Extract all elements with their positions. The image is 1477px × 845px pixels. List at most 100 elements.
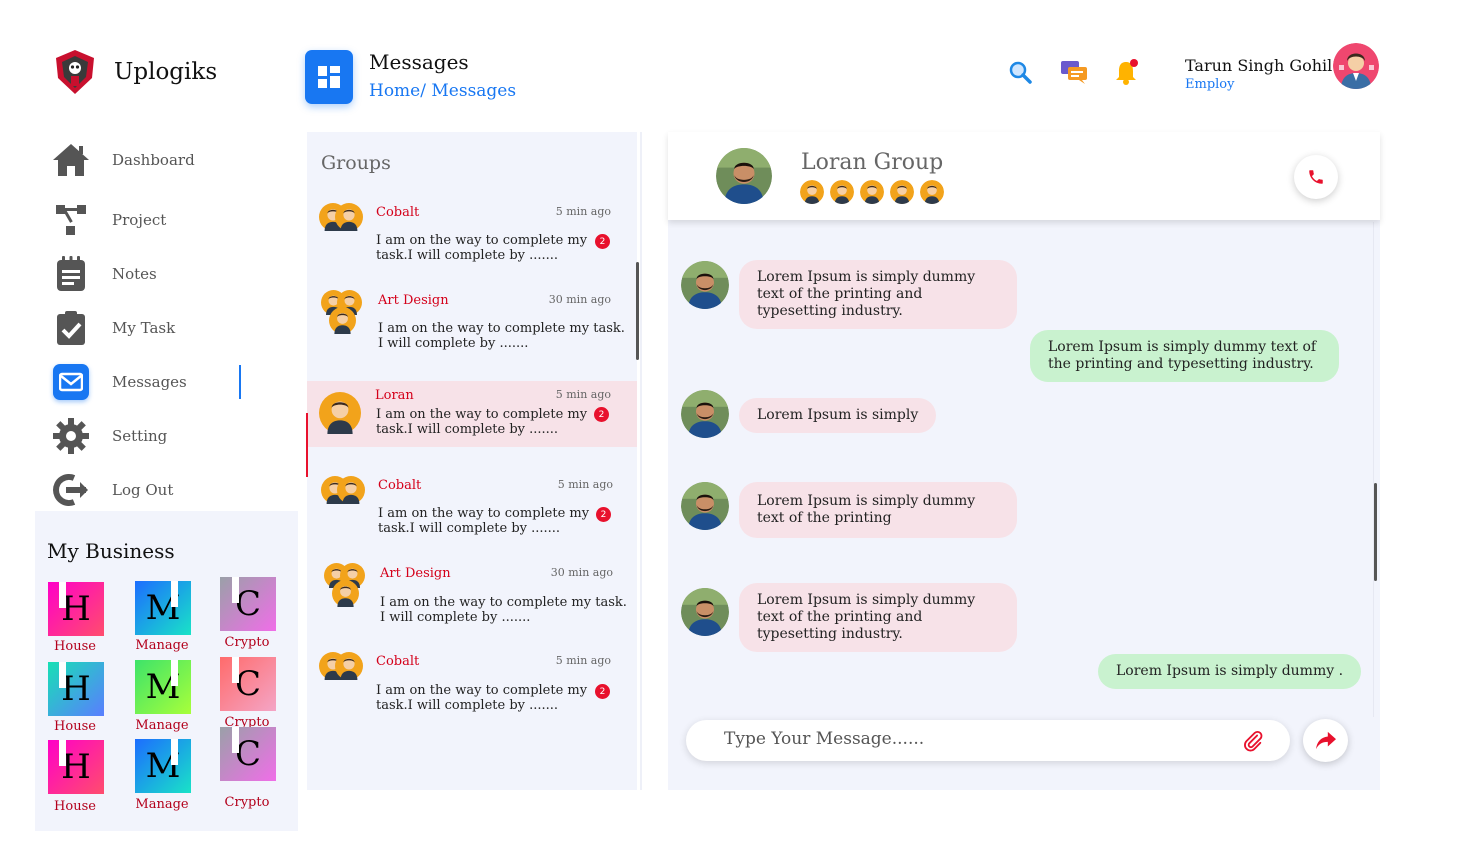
message-input[interactable] [724,729,1224,749]
list-item[interactable]: Art Design 30 min ago I am on the way to… [307,559,637,625]
avatar[interactable] [681,390,729,438]
groups-scrollbar[interactable] [636,262,639,360]
group-message-line: task.I will complete by ....... [376,422,559,437]
top-icons [1008,58,1140,86]
notes-icon [52,255,90,293]
avatar[interactable] [681,482,729,530]
group-message-line: task.I will complete by ....... [376,698,559,713]
sidebar-item-label: Setting [112,427,168,445]
groups-panel: Groups Cobalt 5 min ago I am on the way … [307,132,639,790]
business-label: Crypto [224,635,270,650]
group-time: 30 min ago [548,293,611,306]
group-name: Cobalt [376,654,420,669]
business-tile-crypto[interactable]: C [220,727,276,781]
chat-header [668,132,1380,220]
sidebar-item-dashboard[interactable]: Dashboard [52,140,242,180]
breadcrumb[interactable]: Home/ Messages [369,81,516,101]
business-tile-house[interactable]: H [48,662,104,716]
sidebar-item-messages[interactable]: Messages [52,362,242,402]
user-name[interactable]: Tarun Singh Gohil [1185,56,1332,75]
group-avatars [321,476,371,526]
search-icon[interactable] [1008,60,1032,84]
unread-badge: 2 [596,507,611,522]
sidebar-item-my-task[interactable]: My Task [52,308,242,348]
sidebar-item-setting[interactable]: Setting [52,416,242,456]
list-item[interactable]: Cobalt 5 min ago I am on the way to comp… [307,198,637,264]
my-business-panel: My Business H House M Manage C Crypto H … [35,511,298,831]
sidebar-item-label: Project [112,211,167,229]
group-avatars [319,290,369,340]
message-bubble-incoming: Lorem Ipsum is simply dummy text of the … [739,482,1017,538]
chat-icon[interactable] [1060,59,1088,85]
member-avatar[interactable] [800,180,824,204]
list-item-selected[interactable]: Loran 5 min ago I am on the way to compl… [307,381,637,447]
avatar[interactable] [1333,43,1379,89]
unread-badge: 2 [595,684,610,699]
group-time: 5 min ago [555,388,611,401]
call-button[interactable] [1294,155,1338,199]
bell-icon[interactable] [1114,58,1140,86]
group-message-line: task.I will complete by ....... [376,248,559,263]
group-message-line: I am on the way to complete my task. [380,595,627,610]
business-tile-manage[interactable]: M [135,739,191,793]
divider [640,132,642,790]
business-label: Manage [135,797,189,812]
business-tile-crypto[interactable]: C [220,577,276,631]
share-arrow-icon [1315,731,1336,749]
business-label: House [54,719,96,734]
member-avatar[interactable] [830,180,854,204]
group-time: 30 min ago [550,566,613,579]
avatar[interactable] [681,261,729,309]
list-item[interactable]: Art Design 30 min ago I am on the way to… [307,286,637,352]
group-message-line: I am on the way to complete my [378,506,590,521]
mail-icon [53,364,89,400]
brand[interactable]: Uplogiks [52,48,217,96]
message-bubble-outgoing: Lorem Ipsum is simply dummy . [1098,654,1362,689]
sidebar-item-notes[interactable]: Notes [52,254,242,294]
sidebar-item-label: Messages [112,373,187,391]
chat-scrollbar[interactable] [1374,483,1377,581]
list-item[interactable]: Cobalt 5 min ago I am on the way to comp… [307,647,637,713]
avatar[interactable] [681,588,729,636]
message-bubble-incoming: Lorem Ipsum is simply dummy text of the … [739,583,1017,652]
grid-icon [318,66,340,88]
chat-group-avatar[interactable] [716,148,772,204]
business-label: Crypto [224,795,270,810]
sidebar-item-log-out[interactable]: Log Out [52,470,242,510]
business-tile-manage[interactable]: M [135,581,191,635]
chat-panel [668,132,1380,790]
group-message-line: I am on the way to complete my [376,233,588,248]
group-name: Cobalt [378,478,422,493]
group-message-line: I am on the way to complete my task. [378,321,625,336]
business-tile-manage[interactable]: M [135,660,191,714]
group-message-line: I will complete by ....... [378,336,529,351]
member-avatar[interactable] [920,180,944,204]
attach-icon[interactable] [1242,730,1264,756]
app-name: Uplogiks [114,59,218,85]
gear-icon [52,417,90,455]
member-avatar[interactable] [890,180,914,204]
sidebar-item-label: Dashboard [112,151,195,169]
logout-icon [52,471,90,509]
group-name: Loran [375,388,414,403]
sidebar-item-label: Notes [112,265,157,283]
sidebar-item-project[interactable]: Project [52,200,242,240]
message-bubble-outgoing: Lorem Ipsum is simply dummy text of the … [1030,330,1339,382]
active-indicator [239,365,241,399]
unread-badge: 2 [594,407,609,422]
unread-badge: 2 [595,234,610,249]
page-icon [305,50,353,104]
business-tile-house[interactable]: H [48,582,104,636]
sidebar-item-label: Log Out [112,481,174,499]
business-tile-house[interactable]: H [48,740,104,794]
send-button[interactable] [1303,719,1348,762]
message-bubble-incoming: Lorem Ipsum is simply dummy text of the … [739,260,1017,329]
chat-scroll-track [1373,222,1374,717]
business-tile-crypto[interactable]: C [220,657,276,711]
project-icon [52,201,90,239]
group-avatars [319,652,369,702]
member-avatar[interactable] [860,180,884,204]
phone-icon [1309,170,1323,184]
user-role: Employ [1185,77,1235,92]
list-item[interactable]: Cobalt 5 min ago I am on the way to comp… [307,471,637,537]
